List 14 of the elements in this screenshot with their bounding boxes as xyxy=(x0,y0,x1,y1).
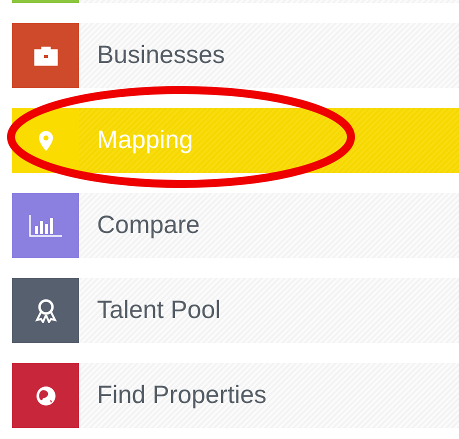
menu-item[interactable]: Compare xyxy=(12,193,459,258)
menu-item[interactable]: Talent Pool xyxy=(12,278,459,343)
menu-item[interactable]: Find Properties xyxy=(12,363,459,428)
bar-chart-icon xyxy=(28,214,62,236)
menu-label: Find Properties xyxy=(97,381,267,410)
menu-label: Compare xyxy=(97,211,200,240)
location-pin-icon xyxy=(38,130,52,150)
briefcase-icon xyxy=(34,46,58,66)
globe-icon xyxy=(36,386,56,406)
menu-label: Mapping xyxy=(97,126,193,155)
menu-label: Businesses xyxy=(97,41,225,70)
menu-label: Talent Pool xyxy=(97,296,221,325)
award-ribbon-icon xyxy=(34,298,56,322)
menu-item[interactable]: Businesses xyxy=(12,23,459,88)
